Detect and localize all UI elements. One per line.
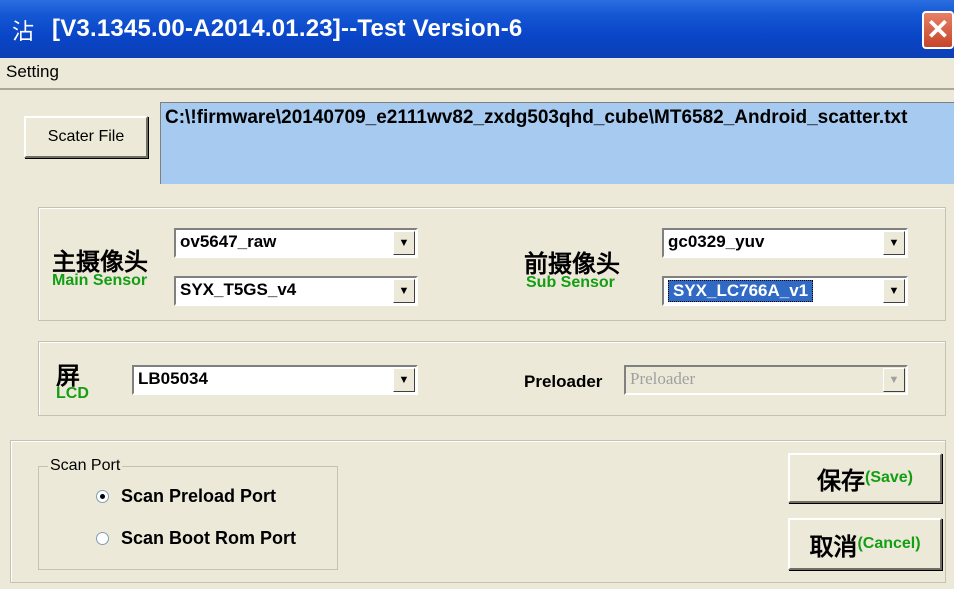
main-module-value: SYX_T5GS_v4	[180, 280, 297, 299]
save-button[interactable]: 保存 (Save)	[788, 453, 942, 503]
menu-setting[interactable]: Setting	[6, 62, 59, 82]
scatter-path-field[interactable]: C:\!firmware\20140709_e2111wv82_zxdg503q…	[160, 102, 954, 184]
title-bar[interactable]: 沾 [V3.1345.00-A2014.01.23]--Test Version…	[0, 0, 954, 58]
scan-boot-rom-port-label: Scan Boot Rom Port	[121, 528, 297, 548]
lcd-dropdown[interactable]: LB05034 ▼	[132, 365, 418, 395]
close-icon: ✕	[926, 14, 950, 45]
main-module-dropdown[interactable]: SYX_T5GS_v4 ▼	[174, 276, 418, 306]
preloader-value: Preloader	[630, 369, 696, 388]
scan-port-fieldset	[38, 466, 338, 570]
main-sensor-en-label: Main Sensor	[52, 272, 148, 289]
menu-divider	[0, 88, 954, 90]
radio-unselected-icon[interactable]	[96, 532, 109, 545]
save-cn-label: 保存	[816, 466, 865, 495]
chevron-down-icon[interactable]: ▼	[393, 368, 415, 392]
sub-sensor-value: gc0329_yuv	[668, 232, 765, 251]
chevron-down-icon[interactable]: ▼	[393, 279, 415, 303]
radio-selected-icon[interactable]	[96, 490, 109, 503]
sub-sensor-en-label: Sub Sensor	[526, 274, 615, 291]
lcd-en-label: LCD	[56, 385, 89, 402]
chevron-down-icon: ▼	[883, 368, 905, 392]
sub-module-dropdown[interactable]: SYX_LC766A_v1 ▼	[662, 276, 908, 306]
save-en-label: (Save)	[864, 469, 914, 486]
sub-sensor-dropdown[interactable]: gc0329_yuv ▼	[662, 228, 908, 258]
main-sensor-dropdown[interactable]: ov5647_raw ▼	[174, 228, 418, 258]
preloader-dropdown: Preloader ▼	[624, 365, 908, 395]
scan-preload-port-label: Scan Preload Port	[121, 486, 277, 506]
scan-boot-rom-port-radio[interactable]: Scan Boot Rom Port	[96, 528, 296, 549]
window-title: [V3.1345.00-A2014.01.23]--Test Version-6	[52, 15, 523, 42]
main-sensor-value: ov5647_raw	[180, 232, 277, 251]
sub-module-value: SYX_LC766A_v1	[668, 280, 814, 302]
close-button[interactable]: ✕	[922, 11, 954, 49]
preloader-label: Preloader	[524, 372, 603, 391]
scan-port-legend: Scan Port	[48, 457, 123, 475]
cancel-button[interactable]: 取消 (Cancel)	[788, 518, 942, 570]
scan-preload-port-radio[interactable]: Scan Preload Port	[96, 486, 276, 507]
cancel-en-label: (Cancel)	[857, 535, 921, 552]
chevron-down-icon[interactable]: ▼	[883, 231, 905, 255]
lcd-value: LB05034	[138, 369, 208, 388]
cancel-cn-label: 取消	[809, 532, 858, 561]
menu-bar: Setting	[0, 58, 954, 88]
chevron-down-icon[interactable]: ▼	[883, 279, 905, 303]
chevron-down-icon[interactable]: ▼	[393, 231, 415, 255]
app-icon: 沾	[12, 20, 35, 45]
scatter-path-text: C:\!firmware\20140709_e2111wv82_zxdg503q…	[165, 107, 908, 128]
scatter-file-button[interactable]: Scater File	[24, 116, 148, 158]
